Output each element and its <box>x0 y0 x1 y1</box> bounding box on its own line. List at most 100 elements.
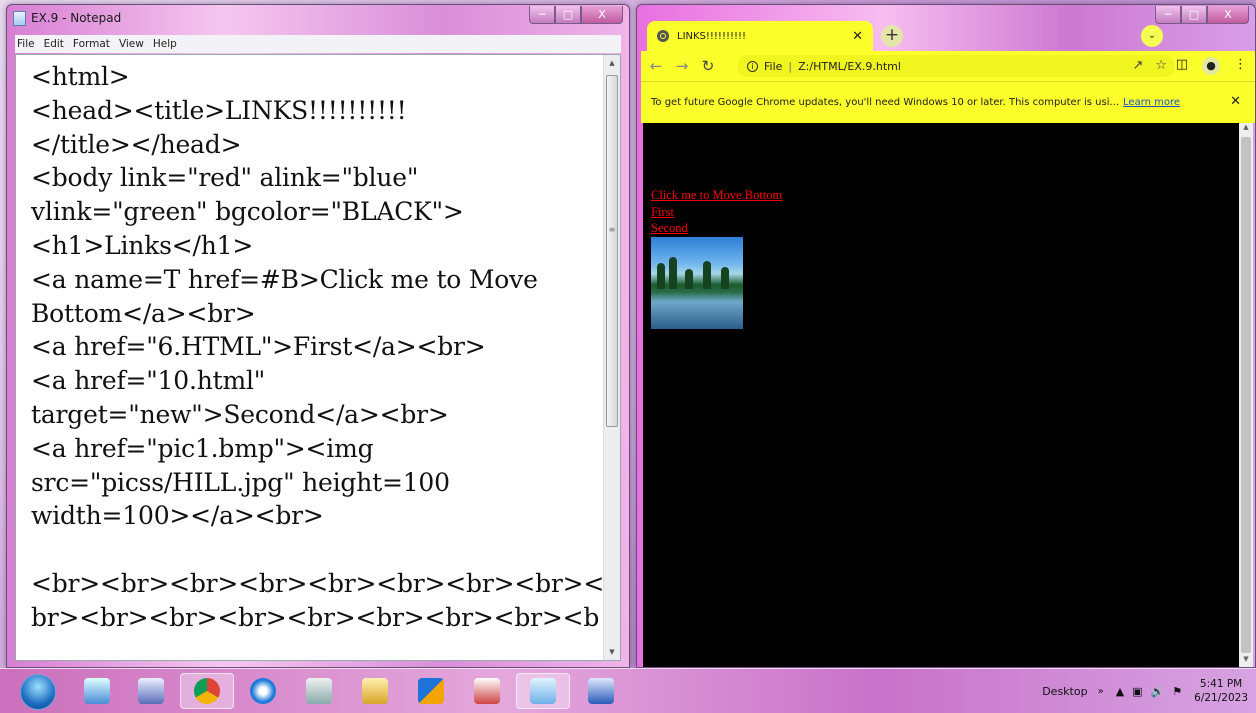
share-icon[interactable]: ↗ <box>1132 58 1143 73</box>
app-taskbar-icon[interactable] <box>460 673 514 709</box>
volume-icon[interactable]: 🔊 <box>1151 685 1165 698</box>
control-panel-taskbar-icon[interactable] <box>70 673 124 709</box>
media-taskbar-icon[interactable] <box>292 673 346 709</box>
menu-format[interactable]: Format <box>73 38 110 50</box>
notepad-window[interactable]: EX.9 - Notepad ─ □ X File Edit Format Vi… <box>6 4 630 668</box>
hill-image-link[interactable] <box>651 236 743 329</box>
scroll-thumb[interactable] <box>1241 137 1251 653</box>
globe-icon <box>657 30 669 42</box>
text-line: width=100></a><br> <box>31 501 324 531</box>
action-center-flag-icon[interactable]: ⚑ <box>1172 685 1182 698</box>
scroll-up-icon[interactable]: ▲ <box>1239 123 1253 135</box>
network-icon[interactable]: ▣ <box>1132 685 1142 698</box>
close-icon[interactable]: X <box>581 6 623 24</box>
scroll-grip-icon: ≡ <box>608 225 616 234</box>
windows-taskbar-icon[interactable] <box>404 673 458 709</box>
side-panel-icon[interactable]: ◫ <box>1176 57 1188 75</box>
clock-time: 5:41 PM <box>1199 678 1243 690</box>
learn-more-link[interactable]: Learn more <box>1123 97 1180 108</box>
tab-close-icon[interactable]: ✕ <box>852 29 863 44</box>
tab-search-chevron-icon[interactable]: ⌄ <box>1141 25 1163 47</box>
chrome-window[interactable]: ─ □ X LINKS!!!!!!!!!! ✕ + ⌄ ← → ↻ i File… <box>636 4 1256 668</box>
minimize-icon[interactable]: ─ <box>529 6 555 24</box>
forward-arrow-icon[interactable]: → <box>671 57 693 75</box>
tab-links[interactable]: LINKS!!!!!!!!!! ✕ <box>647 21 873 51</box>
text-line: </title></head> <box>31 129 242 159</box>
page-viewport[interactable]: Click me to Move Bottom First Second ▲ ▼ <box>643 123 1253 667</box>
text-line: <h1>Links</h1> <box>31 230 254 260</box>
system-tray: Desktop » ▲ ▣ 🔊 ⚑ 5:41 PM 6/21/2023 <box>1042 677 1248 705</box>
notepad-title: EX.9 - Notepad <box>31 11 122 25</box>
scroll-up-icon[interactable]: ▲ <box>604 55 620 71</box>
toolbar-overflow-icon[interactable]: » <box>1098 686 1104 697</box>
page-content: Click me to Move Bottom First Second <box>651 187 782 329</box>
menu-file[interactable]: File <box>17 38 35 50</box>
text-line: ​ <box>31 533 609 567</box>
profile-avatar-icon[interactable]: ● <box>1202 57 1220 75</box>
infobar-message: To get future Google Chrome updates, you… <box>651 97 1120 108</box>
text-line: br><br><br><br><br><br><br><br><b <box>31 602 600 632</box>
text-line: <br><br><br><br><br><br><br><br>< <box>31 568 605 598</box>
text-line: Bottom</a><br> <box>31 298 256 328</box>
text-line: <html> <box>31 62 130 91</box>
menu-help[interactable]: Help <box>153 38 177 50</box>
tree-shape <box>669 256 677 289</box>
scroll-down-icon[interactable]: ▼ <box>604 644 620 660</box>
start-button[interactable] <box>20 674 56 710</box>
tab-title: LINKS!!!!!!!!!! <box>677 30 746 42</box>
info-icon[interactable]: i <box>747 60 758 72</box>
tree-shape <box>657 262 665 289</box>
text-line: vlink="green" bgcolor="BLACK"> <box>31 197 464 227</box>
desktop-toolbar-label[interactable]: Desktop <box>1042 685 1087 698</box>
internet-explorer-taskbar-icon[interactable] <box>236 673 290 709</box>
notepad-window-controls: ─ □ X <box>529 6 623 24</box>
address-actions: ↗ ☆ <box>1120 58 1167 73</box>
taskbar: Desktop » ▲ ▣ 🔊 ⚑ 5:41 PM 6/21/2023 <box>0 668 1256 713</box>
infobar-close-icon[interactable]: ✕ <box>1230 94 1241 109</box>
chrome-taskbar-icon[interactable] <box>180 673 234 709</box>
reload-icon[interactable]: ↻ <box>697 57 719 75</box>
scroll-down-icon[interactable]: ▼ <box>1239 655 1253 667</box>
text-line: <a href="6.HTML">First</a><br> <box>31 332 486 362</box>
tree-shape <box>703 260 711 289</box>
notepad-taskbar-icon[interactable] <box>516 673 570 709</box>
toolbar-actions: ◫ ● ⋮ <box>1162 57 1247 75</box>
link-first[interactable]: First <box>651 204 782 221</box>
maximize-icon[interactable]: □ <box>555 6 581 24</box>
notepad-text-area[interactable]: <html> <head><title>LINKS!!!!!!!!!! </titl… <box>15 54 621 661</box>
text-line: <a name=T href=#B>Click me to Move <box>31 264 538 294</box>
notepad-app-icon <box>13 10 26 26</box>
clock[interactable]: 5:41 PM 6/21/2023 <box>1194 677 1248 705</box>
text-line: <body link="red" alink="blue" <box>31 163 419 193</box>
address-bar[interactable]: i File | Z:/HTML/EX.9.html ↗ ☆ <box>737 55 1175 77</box>
text-line: src="picss/HILL.jpg" height=100 <box>31 467 450 497</box>
text-line: <head><title>LINKS!!!!!!!!!! <box>31 95 407 125</box>
address-scheme: File <box>764 59 783 73</box>
update-infobar: To get future Google Chrome updates, you… <box>641 81 1255 123</box>
menu-edit[interactable]: Edit <box>44 38 64 50</box>
show-hidden-icons-icon[interactable]: ▲ <box>1116 685 1124 698</box>
file-explorer-taskbar-icon[interactable] <box>348 673 402 709</box>
chrome-toolbar: ← → ↻ i File | Z:/HTML/EX.9.html ↗ ☆ ◫ ●… <box>641 51 1255 81</box>
address-url: Z:/HTML/EX.9.html <box>798 59 901 73</box>
scroll-thumb[interactable] <box>606 75 618 427</box>
tree-shape <box>721 266 729 289</box>
notepad-text: <html> <head><title>LINKS!!!!!!!!!! </titl… <box>31 60 609 635</box>
text-line: <a href="10.html" <box>31 366 266 396</box>
menu-kebab-icon[interactable]: ⋮ <box>1234 57 1247 75</box>
link-second[interactable]: Second <box>651 220 782 237</box>
text-line: target="new">Second</a><br> <box>31 399 449 429</box>
word-taskbar-icon[interactable] <box>574 673 628 709</box>
clock-date: 6/21/2023 <box>1194 692 1248 704</box>
notepad-menubar: File Edit Format View Help <box>15 35 621 53</box>
address-separator: | <box>788 59 793 73</box>
notepad-vertical-scrollbar[interactable]: ▲ ≡ ▼ <box>603 55 620 660</box>
back-arrow-icon[interactable]: ← <box>645 57 667 75</box>
menu-view[interactable]: View <box>119 38 144 50</box>
computer-taskbar-icon[interactable] <box>124 673 178 709</box>
new-tab-button[interactable]: + <box>881 25 903 47</box>
page-vertical-scrollbar[interactable]: ▲ ▼ <box>1239 123 1253 667</box>
link-click-me-to-move-bottom[interactable]: Click me to Move Bottom <box>651 187 782 204</box>
tab-strip: LINKS!!!!!!!!!! ✕ + ⌄ <box>641 21 1255 51</box>
tree-shape <box>685 268 693 289</box>
